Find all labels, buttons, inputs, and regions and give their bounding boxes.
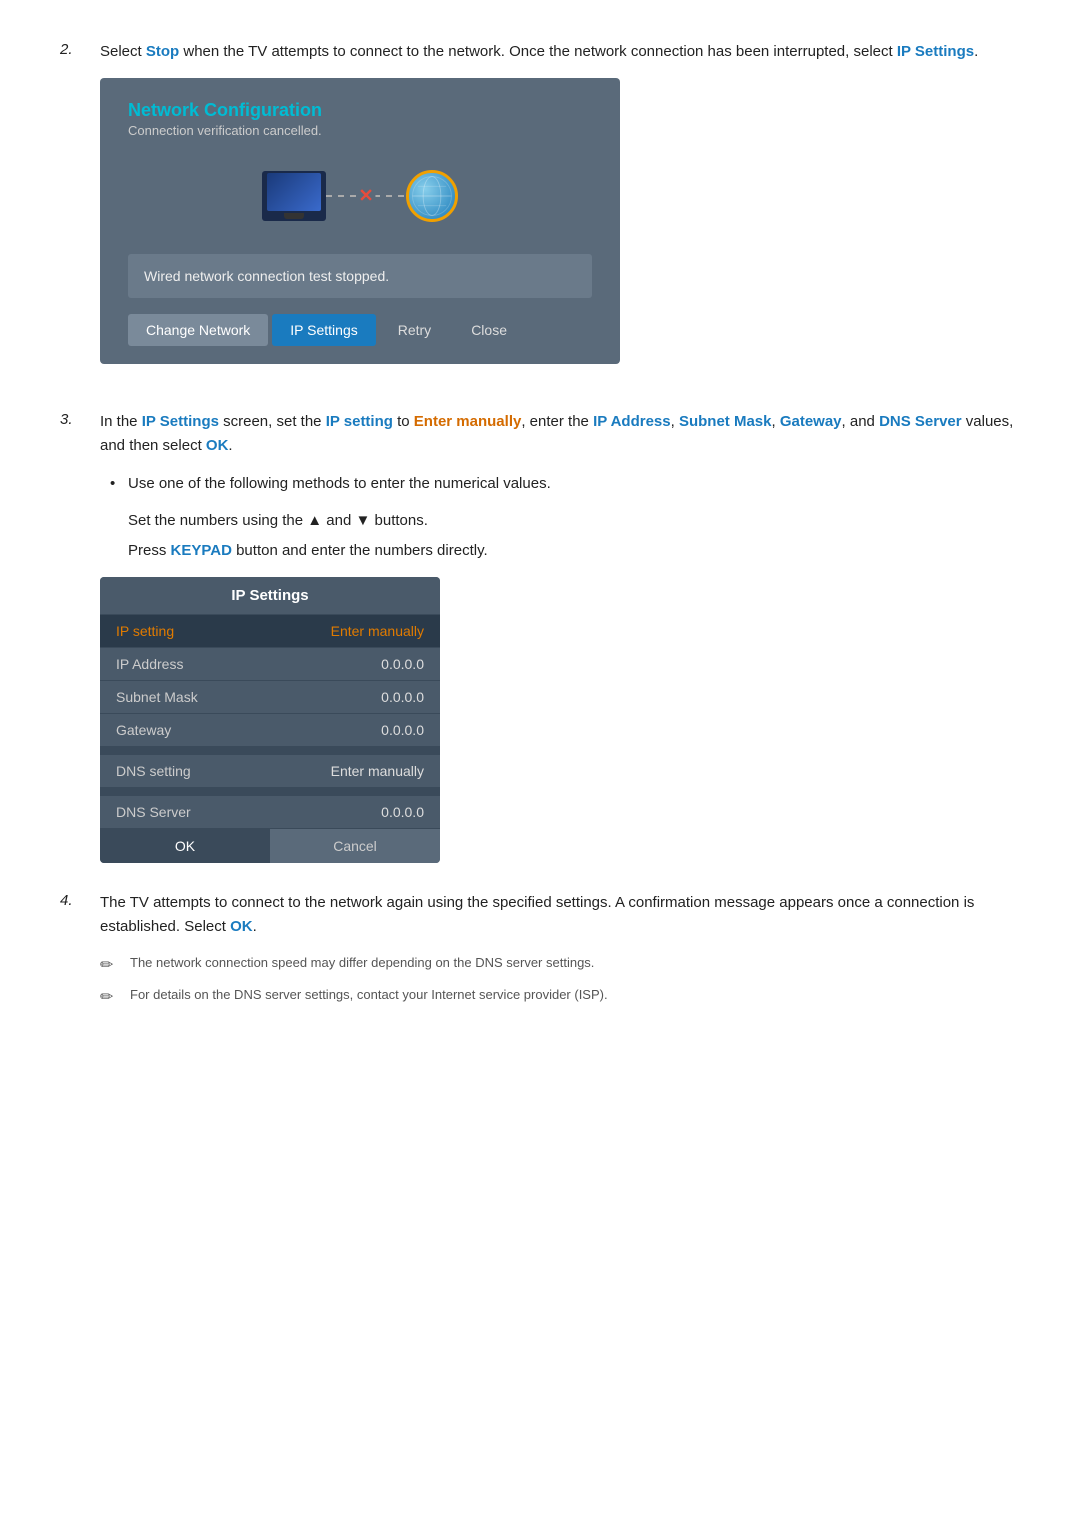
up-arrow-icon [307,512,322,529]
method-list: Use one of the following methods to ente… [100,472,1020,496]
dns-setting-label: DNS setting [116,763,191,779]
net-config-diagram: ✕ [128,156,592,236]
net-config-subtitle: Connection verification cancelled. [128,123,592,138]
down-arrow-icon [356,512,371,529]
note-text-1: The network connection speed may differ … [130,953,594,973]
enter-manually-ref: Enter manually [414,413,522,430]
subnet-mask-value: 0.0.0.0 [381,689,424,705]
indented-line-1: Set the numbers using the and buttons. [100,508,1020,534]
dns-server-row: DNS Server 0.0.0.0 [100,796,440,829]
globe-icon [406,170,458,222]
tv-screen [267,173,321,211]
subnet-mask-label: Subnet Mask [116,689,198,705]
step-2-content: Select Stop when the TV attempts to conn… [100,40,1020,382]
step-4-text: The TV attempts to connect to the networ… [100,891,1020,939]
ip-ok-button[interactable]: OK [100,829,270,863]
ip-setting-label: IP setting [116,623,174,639]
change-network-button[interactable]: Change Network [128,314,268,346]
indented-line-2: Press KEYPAD button and enter the number… [100,538,1020,564]
step-3-text: In the IP Settings screen, set the IP se… [100,410,1020,458]
ip-settings-ref: IP Settings [142,413,219,430]
tv-stand [284,213,304,219]
gateway-label: Gateway [116,722,171,738]
net-buttons-row: Change Network IP Settings Retry Close [128,314,592,346]
step-4: 4. The TV attempts to connect to the net… [60,891,1020,1017]
ip-setting-value: Enter manually [331,623,424,639]
ip-buttons-row: OK Cancel [100,829,440,863]
note-text-2: For details on the DNS server settings, … [130,985,608,1005]
note-icon-1: ✏ [100,955,120,975]
step-number-3: 3. [60,410,84,863]
net-status-text: Wired network connection test stopped. [144,268,576,284]
ip-settings-button[interactable]: IP Settings [272,314,375,346]
step-2-text: Select Stop when the TV attempts to conn… [100,40,1020,64]
ip-address-row: IP Address 0.0.0.0 [100,648,440,681]
ip-setting-row: IP setting Enter manually [100,615,440,648]
subnet-mask-row: Subnet Mask 0.0.0.0 [100,681,440,714]
dns-setting-value: Enter manually [331,763,424,779]
ok-ref: OK [206,437,229,454]
net-config-title: Network Configuration [128,100,592,121]
dns-setting-row: DNS setting Enter manually [100,755,440,788]
ip-address-ref: IP Address [593,413,671,430]
dashed-line: ✕ [326,195,406,197]
ip-settings-panel-title: IP Settings [100,577,440,615]
dns-server-label: DNS Server [116,804,191,820]
network-config-panel: Network Configuration Connection verific… [100,78,620,364]
note-icon-2: ✏ [100,987,120,1007]
ip-cancel-button[interactable]: Cancel [270,829,440,863]
retry-button[interactable]: Retry [380,314,449,346]
subnet-mask-ref: Subnet Mask [679,413,772,430]
step-2: 2. Select Stop when the TV attempts to c… [60,40,1020,382]
gateway-value: 0.0.0.0 [381,722,424,738]
keypad-ref: KEYPAD [171,542,232,559]
gateway-ref: Gateway [780,413,842,430]
method-list-item: Use one of the following methods to ente… [110,472,1020,496]
ip-settings-panel: IP Settings IP setting Enter manually IP… [100,577,440,863]
dns-server-value: 0.0.0.0 [381,804,424,820]
net-status-box: Wired network connection test stopped. [128,254,592,298]
step-number-2: 2. [60,40,84,382]
step-number-4: 4. [60,891,84,1017]
ok-final-ref: OK [230,918,253,935]
step-4-content: The TV attempts to connect to the networ… [100,891,1020,1017]
step-3: 3. In the IP Settings screen, set the IP… [60,410,1020,863]
note-1: ✏ The network connection speed may diffe… [100,953,1020,975]
close-button[interactable]: Close [453,314,525,346]
stop-link: Stop [146,43,179,60]
ip-separator-2 [100,788,440,796]
note-2: ✏ For details on the DNS server settings… [100,985,1020,1007]
dns-server-ref: DNS Server [879,413,962,430]
ip-address-label: IP Address [116,656,183,672]
globe-svg [409,173,455,219]
ip-address-value: 0.0.0.0 [381,656,424,672]
x-mark-icon: ✕ [356,186,375,207]
gateway-row: Gateway 0.0.0.0 [100,714,440,747]
ip-separator-1 [100,747,440,755]
ip-settings-link-step2: IP Settings [897,43,974,60]
step-3-content: In the IP Settings screen, set the IP se… [100,410,1020,863]
ip-setting-ref: IP setting [326,413,393,430]
connection-line: ✕ [326,186,406,206]
tv-icon [262,171,326,221]
